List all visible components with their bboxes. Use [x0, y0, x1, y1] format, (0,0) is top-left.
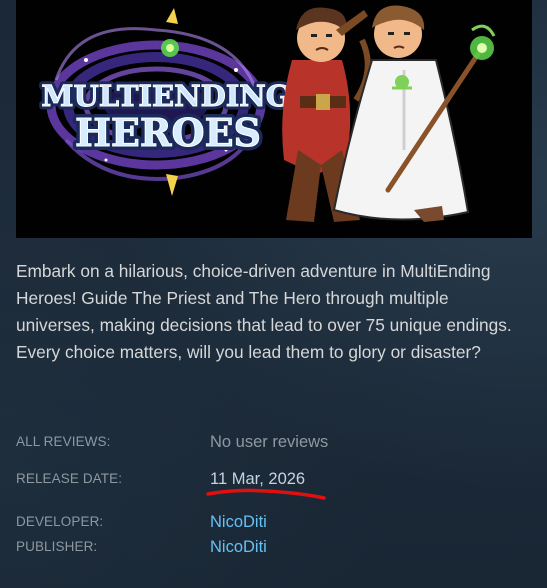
reviews-row: ALL REVIEWS: No user reviews	[16, 431, 516, 453]
publisher-row: PUBLISHER: NicoDiti	[16, 536, 516, 558]
game-description: Embark on a hilarious, choice-driven adv…	[16, 261, 512, 362]
developer-link[interactable]: NicoDiti	[210, 511, 267, 533]
game-capsule-art: MULTIENDING MULTIENDING HEROES HEROES	[38, 5, 496, 222]
reviews-label: ALL REVIEWS:	[16, 434, 111, 449]
publisher-label: PUBLISHER:	[16, 539, 98, 554]
logo-text-line2: HEROES	[75, 110, 261, 155]
developer-row: DEVELOPER: NicoDiti	[16, 511, 516, 533]
red-underline-annotation	[206, 488, 326, 500]
reviews-value: No user reviews	[210, 433, 329, 451]
publisher-link[interactable]: NicoDiti	[210, 536, 267, 558]
game-header-image[interactable]: MULTIENDING MULTIENDING HEROES HEROES	[16, 0, 532, 238]
store-page: MULTIENDING MULTIENDING HEROES HEROES Em…	[0, 0, 547, 588]
logo-text-line1: MULTIENDING	[41, 79, 290, 113]
priest-character	[332, 5, 496, 222]
game-logo: MULTIENDING MULTIENDING HEROES HEROES	[38, 76, 294, 160]
release-date-label: RELEASE DATE:	[16, 471, 123, 486]
developer-label: DEVELOPER:	[16, 514, 104, 529]
